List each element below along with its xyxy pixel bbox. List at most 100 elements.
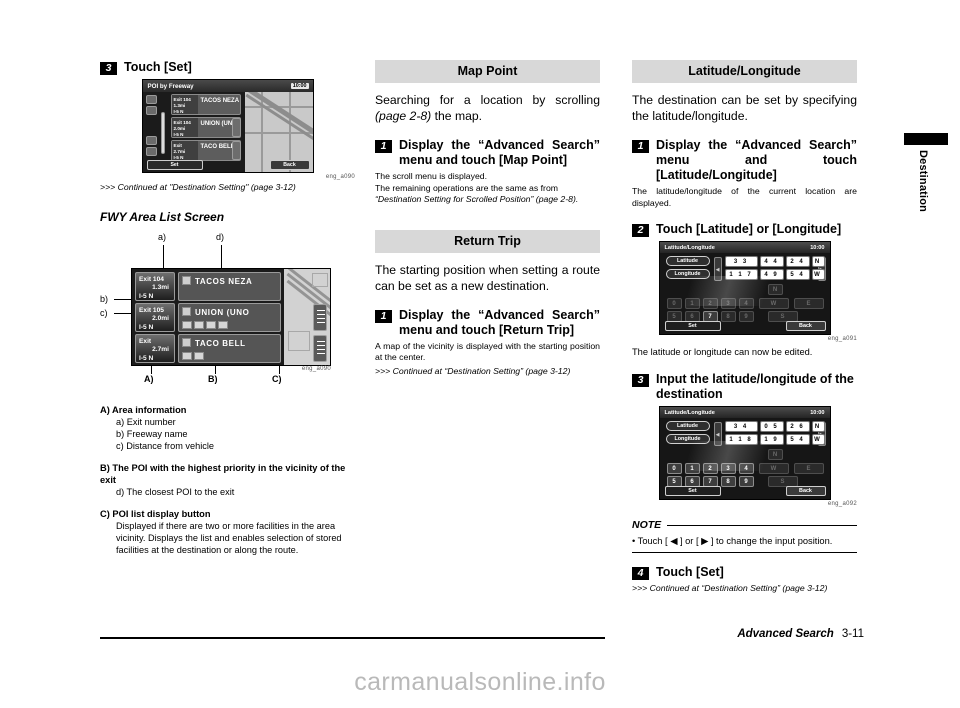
lon-degrees[interactable]: 1 1 8: [724, 434, 758, 445]
legend-item: d) The closest POI to the exit: [116, 487, 235, 498]
lat-minutes[interactable]: 0 5: [759, 421, 784, 432]
set-button[interactable]: Set: [664, 486, 721, 496]
key-E[interactable]: E: [793, 298, 824, 309]
left-arrow-icon[interactable]: ◀: [713, 257, 722, 281]
manual-page: 3 Touch [Set] POI by Freeway 10:00 Exit …: [0, 0, 960, 708]
legend-head: C) POI list display button: [100, 508, 211, 519]
fwy-area-list-diagram: a) d) b) c) A) B) C) Exit 104 1.3mi I-5 …: [100, 232, 355, 390]
lat-hemisphere[interactable]: N: [811, 256, 825, 267]
key-9[interactable]: 9: [738, 311, 754, 322]
key-2[interactable]: 2: [702, 298, 718, 309]
fwy-legend: A) Area information a) Exit number b) Fr…: [100, 404, 355, 557]
poi-list-display-button[interactable]: [313, 303, 327, 331]
step-1-map-point: 1 Display the “Advanced Search” menu and…: [375, 138, 600, 168]
map-point-note-2: The remaining operations are the same as…: [375, 182, 559, 193]
longitude-button[interactable]: Longitude: [665, 434, 710, 444]
poi-by-freeway-screenshot: POI by Freeway 10:00 Exit 104 1.3mi I-5 …: [141, 79, 314, 173]
step-number: 1: [375, 140, 392, 153]
section-bar-return-trip: Return Trip: [375, 229, 600, 253]
callout-c: c): [100, 307, 108, 318]
key-N[interactable]: N: [767, 284, 783, 295]
continued-note: >>> Continued at “Destination Setting” (…: [632, 583, 828, 593]
lat-degrees[interactable]: 3 4: [724, 421, 758, 432]
key-0[interactable]: 0: [666, 463, 682, 474]
callout-d: d): [216, 231, 225, 242]
callout-C: C): [272, 373, 282, 384]
return-trip-intro: The starting position when setting a rou…: [375, 262, 600, 293]
restroom-icon: [218, 320, 228, 329]
lodging-icon: [194, 320, 204, 329]
poi-list-item[interactable]: Exit 2.7mi I-5 N TACO BELL: [170, 140, 241, 161]
back-button[interactable]: Back: [269, 160, 310, 170]
footer: Advanced Search 3-11: [737, 628, 864, 640]
longitude-button[interactable]: Longitude: [665, 269, 710, 279]
key-8[interactable]: 8: [720, 476, 736, 487]
key-N[interactable]: N: [767, 449, 783, 460]
map-point-intro: Searching for a location by scrolling (p…: [375, 93, 600, 123]
fwy-area-list-subhead: FWY Area List Screen: [100, 209, 225, 224]
poi-list-display-button[interactable]: [313, 334, 327, 362]
continued-note: >>> Continued at "Destination Setting" (…: [100, 182, 296, 192]
lat-seconds[interactable]: 2 6: [785, 421, 810, 432]
key-3[interactable]: 3: [720, 298, 736, 309]
left-column: 3 Touch [Set] POI by Freeway 10:00 Exit …: [100, 60, 355, 557]
lat-hemisphere[interactable]: N: [811, 421, 825, 432]
lon-seconds[interactable]: 5 4: [785, 269, 810, 280]
key-2[interactable]: 2: [702, 463, 718, 474]
key-E[interactable]: E: [793, 463, 824, 474]
step-4-touch-set: 4 Touch [Set]: [632, 565, 857, 580]
step-3-touch-set: 3 Touch [Set]: [100, 60, 355, 75]
poi-exit-info: Exit 2.7mi I-5 N: [171, 141, 198, 160]
poi-list-display-button[interactable]: [231, 141, 241, 160]
step-label: Touch [Set]: [124, 60, 192, 74]
back-button[interactable]: Back: [785, 321, 826, 331]
step-label: Display the “Advanced Search” menu and t…: [399, 307, 600, 337]
key-4[interactable]: 4: [738, 298, 754, 309]
key-1[interactable]: 1: [684, 463, 700, 474]
fwy-area-list-screenshot: Exit 104 1.3mi I-5 N TACOS NEZA Exit 105…: [131, 267, 331, 366]
poi-screen-clock: 10:00: [290, 83, 309, 89]
lon-degrees[interactable]: 1 1 7: [724, 269, 758, 280]
step-3-latlong: 3 Input the latitude/longitude of the de…: [632, 372, 857, 402]
poi-list-display-button[interactable]: [231, 118, 241, 137]
lat-minutes[interactable]: 4 4: [759, 256, 784, 267]
area-information: Exit 2.7mi I-5 N: [135, 333, 175, 363]
poi-list-item[interactable]: Exit 104 1.3mi I-5 N TACOS NEZA: [170, 94, 241, 115]
lat-seconds[interactable]: 2 4: [785, 256, 810, 267]
legend-head: B) The POI with the highest priority in …: [100, 462, 346, 485]
footer-page-number: 3-11: [841, 628, 864, 640]
latitude-button[interactable]: Latitude: [665, 256, 710, 266]
lon-hemisphere[interactable]: W: [811, 269, 825, 280]
footer-section: Advanced Search: [737, 628, 834, 640]
lon-minutes[interactable]: 1 9: [759, 434, 784, 445]
fwy-list-item[interactable]: Exit 105 2.0mi I-5 N UNION (UNO: [135, 302, 281, 332]
back-button[interactable]: Back: [785, 486, 826, 496]
step-label: Touch [Latitude] or [Longitude]: [656, 222, 842, 236]
key-4[interactable]: 4: [738, 463, 754, 474]
closest-poi-name: TACOS NEZA: [178, 271, 281, 301]
set-button[interactable]: Set: [664, 321, 721, 331]
key-1[interactable]: 1: [684, 298, 700, 309]
set-button[interactable]: Set: [146, 160, 203, 170]
key-9[interactable]: 9: [738, 476, 754, 487]
lat-degrees[interactable]: 3 3: [724, 256, 758, 267]
fwy-list-item[interactable]: Exit 104 1.3mi I-5 N TACOS NEZA: [135, 271, 281, 301]
side-tab-marker: [904, 133, 948, 145]
poi-screen-title: POI by Freeway: [142, 80, 313, 92]
chapter-side-tab: Destination: [904, 133, 948, 212]
fwy-list-item[interactable]: Exit 2.7mi I-5 N TACO BELL: [135, 333, 281, 363]
latitude-button[interactable]: Latitude: [665, 421, 710, 431]
key-8[interactable]: 8: [720, 311, 736, 322]
lon-minutes[interactable]: 4 9: [759, 269, 784, 280]
key-W[interactable]: W: [758, 298, 789, 309]
lon-seconds[interactable]: 5 4: [785, 434, 810, 445]
key-3[interactable]: 3: [720, 463, 736, 474]
closest-poi-name: UNION (UNO: [178, 302, 281, 332]
watermark: carmanualsonline.info: [354, 668, 606, 696]
left-arrow-icon[interactable]: ◀: [713, 422, 722, 446]
key-0[interactable]: 0: [666, 298, 682, 309]
poi-list-item[interactable]: Exit 104 2.0mi I-5 N UNION (UNO: [170, 117, 241, 138]
key-W[interactable]: W: [758, 463, 789, 474]
step-number: 1: [375, 309, 392, 323]
lon-hemisphere[interactable]: W: [811, 434, 825, 445]
